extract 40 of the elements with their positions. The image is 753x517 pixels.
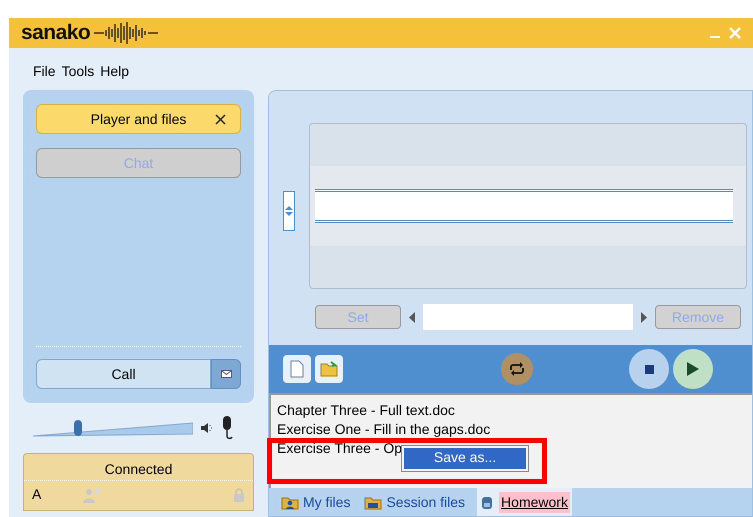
context-menu-item[interactable]: Save as... xyxy=(404,448,526,469)
close-icon[interactable] xyxy=(215,114,226,124)
repeat-button[interactable] xyxy=(501,353,533,385)
logo-text: sanako xyxy=(21,20,90,46)
lock-icon xyxy=(233,488,245,502)
repeat-icon xyxy=(508,362,526,376)
folder-icon xyxy=(320,361,338,377)
folder-grid-icon xyxy=(364,494,382,510)
stop-button[interactable] xyxy=(629,349,669,389)
status-letter: A xyxy=(32,485,42,504)
volume-slider[interactable] xyxy=(33,418,193,438)
stop-icon xyxy=(644,364,654,374)
sidebar-tab-button[interactable]: Player and files xyxy=(36,104,241,134)
play-button[interactable] xyxy=(673,349,713,389)
file-tab[interactable]: Session files xyxy=(362,488,468,516)
envelope-icon xyxy=(220,370,232,378)
call-button[interactable]: Call xyxy=(36,359,211,389)
document-entry[interactable]: Exercise One - Fill in the gaps.doc xyxy=(277,420,490,439)
file-tab[interactable]: Homework xyxy=(477,488,572,516)
message-button[interactable] xyxy=(211,359,241,389)
menu-item[interactable]: Help xyxy=(100,61,130,90)
new-file-button[interactable] xyxy=(283,355,311,383)
speaker-icon xyxy=(201,423,213,433)
waveform-logo-icon xyxy=(94,21,158,45)
open-folder-button[interactable] xyxy=(315,355,343,383)
status-text: Connected xyxy=(104,460,174,479)
slider-thumb[interactable] xyxy=(74,420,82,436)
left-arrow-icon[interactable] xyxy=(409,312,415,322)
file-tab[interactable]: My files xyxy=(279,488,352,516)
marker-field[interactable] xyxy=(423,304,633,330)
document-entry[interactable]: Chapter Three - Full text.doc xyxy=(277,401,455,420)
microphone-icon[interactable] xyxy=(221,416,233,440)
document-icon xyxy=(290,360,304,378)
zoom-scroll-icon[interactable] xyxy=(283,191,295,231)
play-icon xyxy=(687,362,699,376)
right-arrow-icon[interactable] xyxy=(641,312,647,322)
menu-item[interactable]: Tools xyxy=(62,61,94,90)
folder-people-icon xyxy=(281,494,299,510)
document-entry[interactable]: Exercise Three - Op xyxy=(277,439,402,458)
menu-item[interactable]: File xyxy=(33,61,56,90)
